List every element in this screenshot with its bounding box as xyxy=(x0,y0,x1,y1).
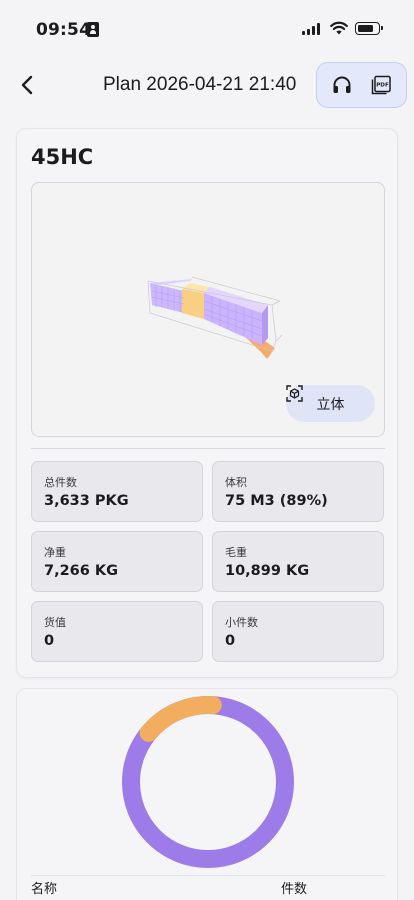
wifi-icon xyxy=(330,21,348,35)
view-3d-label: 立体 xyxy=(316,396,345,413)
stat-value: 75 M3 (89%) xyxy=(225,493,328,509)
stat-value: 10,899 KG xyxy=(225,563,310,579)
page-title: Plan 2026-04-21 21:40 xyxy=(103,74,297,95)
stat-label: 净重 xyxy=(44,546,66,559)
stat-value: 0 xyxy=(225,633,236,649)
column-header-name: 名称 xyxy=(31,882,58,897)
stat-value: 0 xyxy=(44,633,55,649)
stat-value: 3,633 PKG xyxy=(44,493,129,509)
back-button[interactable] xyxy=(14,70,42,100)
cargo-donut-chart xyxy=(122,696,294,868)
headphones-icon xyxy=(333,76,351,93)
container-card: 45HC 立体 总件数 3,633 PKG 体积 75 M3 (89%) 净重 … xyxy=(16,128,398,678)
donut-segment-secondary xyxy=(139,696,222,742)
cellular-signal-icon xyxy=(302,23,320,35)
stat-label: 小件数 xyxy=(225,616,258,629)
stat-label: 货值 xyxy=(44,616,66,629)
battery-icon xyxy=(355,22,383,35)
container-type-title: 45HC xyxy=(31,145,94,169)
stat-cargo-value: 货值 0 xyxy=(31,601,203,662)
stat-gross-weight: 毛重 10,899 KG xyxy=(212,531,384,592)
stat-small-pieces: 小件数 0 xyxy=(212,601,384,662)
table-header: 名称 件数 xyxy=(31,875,385,899)
cargo-breakdown-card: 名称 件数 xyxy=(16,688,398,900)
stat-value: 7,266 KG xyxy=(44,563,119,579)
contact-card-icon xyxy=(87,22,99,37)
chevron-left-icon xyxy=(21,75,33,95)
pdf-icon: PDF xyxy=(371,75,391,95)
status-bar: 09:54 xyxy=(0,0,414,52)
view-3d-button[interactable]: 立体 xyxy=(286,385,375,422)
stat-volume: 体积 75 M3 (89%) xyxy=(212,461,384,522)
pdf-icon-label: PDF xyxy=(376,83,389,89)
stat-net-weight: 净重 7,266 KG xyxy=(31,531,203,592)
divider xyxy=(31,448,385,449)
3d-view-icon xyxy=(286,385,303,402)
status-time: 09:54 xyxy=(36,20,92,40)
export-pdf-button[interactable]: PDF xyxy=(368,72,394,98)
stat-total-packages: 总件数 3,633 PKG xyxy=(31,461,203,522)
stat-label: 总件数 xyxy=(44,476,77,489)
support-button[interactable] xyxy=(329,72,355,98)
container-3d-preview[interactable]: 立体 xyxy=(31,182,385,437)
stat-label: 体积 xyxy=(225,476,247,489)
column-header-count: 件数 xyxy=(281,882,308,897)
action-toolbar: PDF xyxy=(316,62,407,108)
stat-label: 毛重 xyxy=(225,546,247,559)
